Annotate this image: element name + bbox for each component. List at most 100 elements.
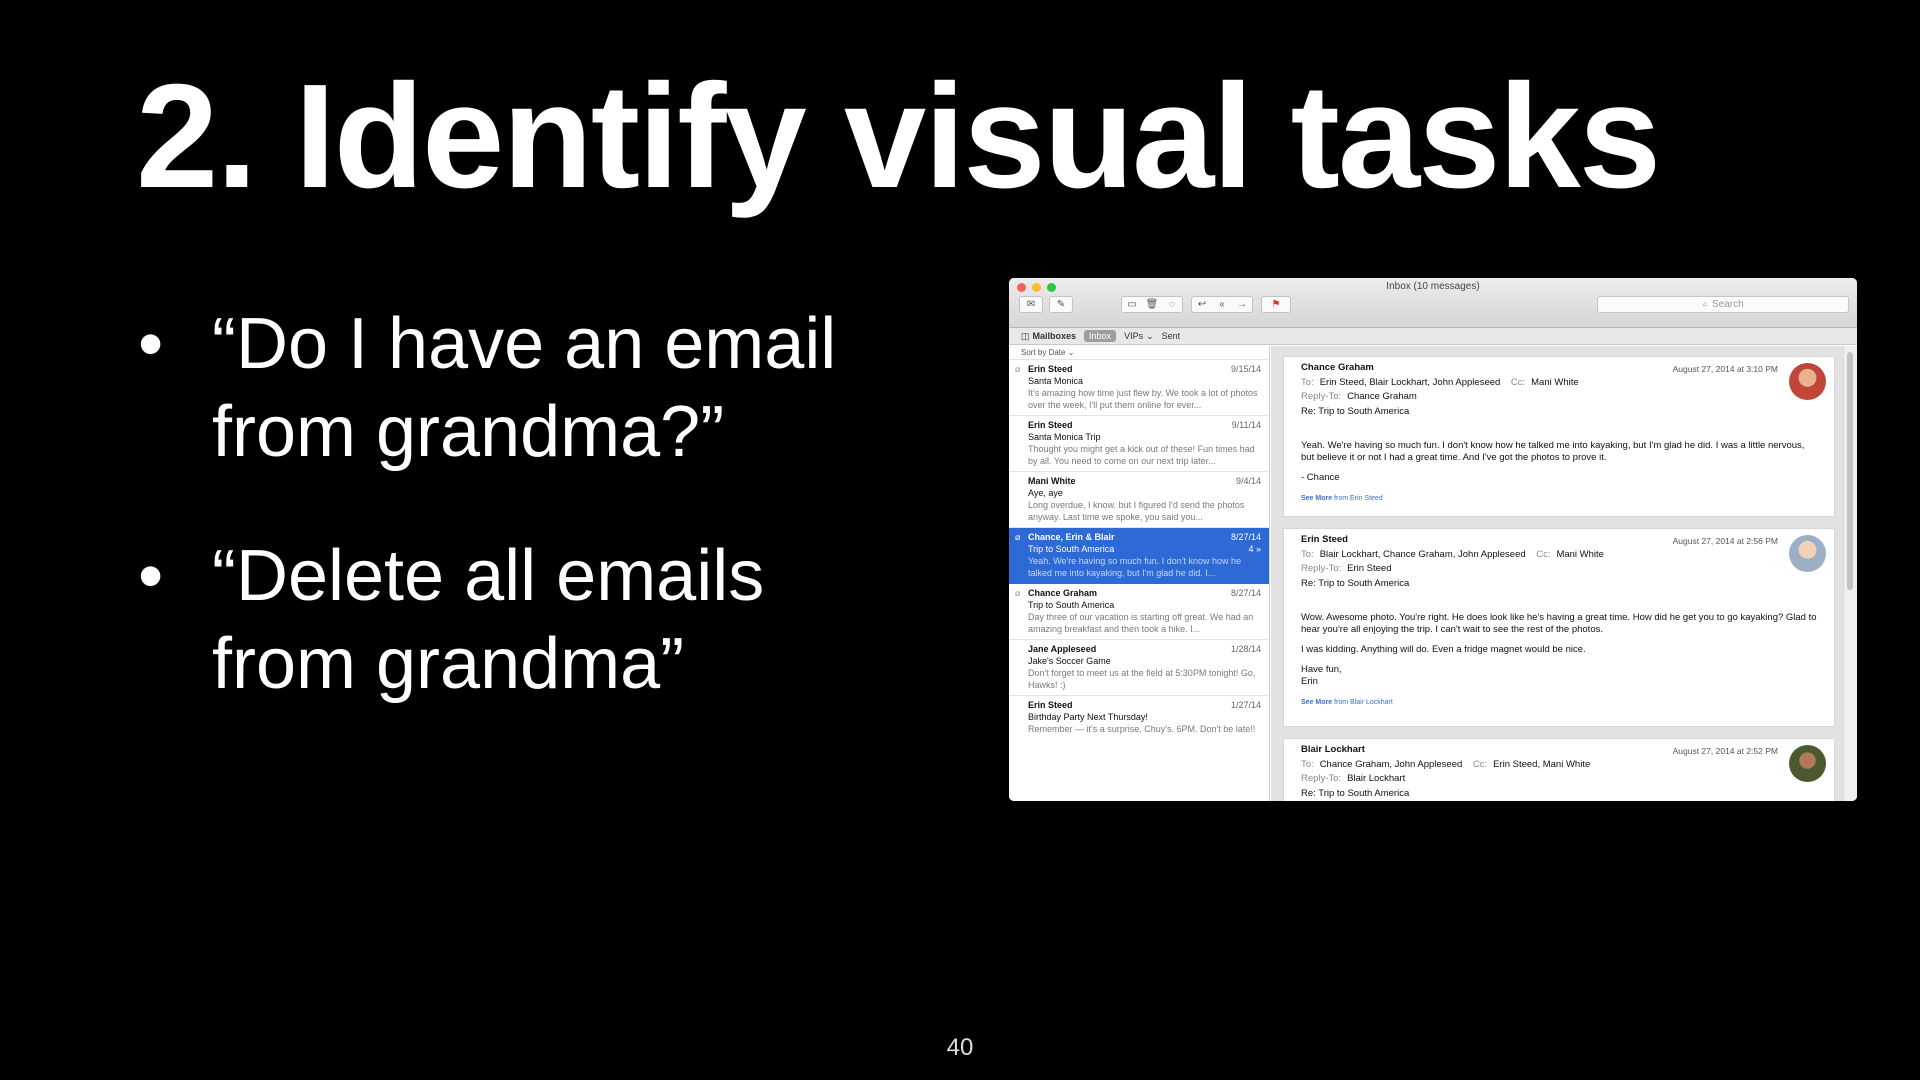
list-item[interactable]: Erin Steed 1/27/14 Birthday Party Next T… [1009,696,1269,752]
message-preview: Thought you might get a kick out of thes… [1028,444,1255,466]
cc-label: Cc: [1472,758,1488,770]
message-sender: Mani White [1028,476,1076,486]
to-recipients: Erin Steed, Blair Lockhart, John Applese… [1319,376,1501,388]
attachment-icon: ⌀ [1015,588,1021,598]
message-sender: Chance, Erin & Blair [1028,532,1115,542]
slide-title: 2. Identify visual tasks [136,54,1661,219]
window-titlebar: Inbox (10 messages) ✉ ✎ ▭ 🗑 ◌ ↩ «→ ⚑ ⌕ Sear… [1009,278,1857,328]
thread-message[interactable]: Erin Steed August 27, 2014 at 2:56 PM To… [1283,528,1835,727]
message-date: 1/28/14 [1230,644,1261,654]
to-label: To: [1301,376,1314,388]
message-sender: Chance Graham [1028,588,1098,598]
window-title: Inbox (10 messages) [1386,281,1480,292]
see-more-link[interactable]: See More from Blair Lockhart [1301,696,1818,711]
attachment-icon: ⌀ [1015,364,1021,374]
flag-icon: ⚑ [1271,299,1281,310]
sort-label: Sort by Date [1021,348,1066,357]
message-preview: Yeah. We're having so much fun. I don't … [1028,556,1242,578]
chevron-down-icon: ⌄ [1146,330,1154,341]
to-label: To: [1301,758,1314,770]
reply-to-label: Reply-To: [1301,391,1342,402]
inbox-label: Inbox [1089,331,1112,341]
bullet-text-line: from grandma” [212,624,685,704]
list-item[interactable]: Mani White 9/4/14 Aye, aye Long overdue,… [1009,472,1269,528]
reply-to-line: Reply-To: Blair Lockhart [1301,772,1818,787]
message-date: 8/27/14 [1230,588,1261,598]
archive-delete-junk-group: ▭ 🗑 ◌ [1121,296,1183,313]
message-preview: Don't forget to meet us at the field at … [1028,668,1256,690]
cc-recipients: Erin Steed, Mani White [1493,758,1591,770]
reply-group: ↩ «→ [1191,296,1253,313]
list-item[interactable]: Jane Appleseed 1/28/14 Jake's Soccer Gam… [1009,640,1269,696]
message-date: August 27, 2014 at 2:56 PM [1672,536,1778,546]
mailboxes-button[interactable]: ◫ Mailboxes [1021,331,1076,342]
message-preview: It's amazing how time just flew by. We t… [1028,388,1258,410]
message-date: 8/27/14 [1230,532,1261,542]
vips-button[interactable]: VIPs ⌄ [1124,331,1154,342]
cc-recipients: Mani White [1531,376,1579,388]
sent-label: Sent [1161,331,1181,341]
compose-button[interactable]: ✎ [1049,296,1073,313]
mail-window-screenshot: Inbox (10 messages) ✉ ✎ ▭ 🗑 ◌ ↩ «→ ⚑ ⌕ Sear… [1009,278,1857,801]
sent-button[interactable]: Sent [1162,331,1181,341]
message-subject: Santa Monica Trip [1028,432,1101,442]
message-date: 1/27/14 [1230,700,1261,710]
vips-label: VIPs [1124,331,1144,341]
see-more-from: from Blair Lockhart [1334,699,1393,706]
message-subject: Aye, aye [1028,488,1063,498]
see-more-label: See More [1301,699,1333,706]
get-mail-button[interactable]: ✉ [1019,296,1043,313]
envelope-icon: ✉ [1026,299,1036,310]
thread-count-badge: 4 » [1248,544,1261,554]
scrollbar[interactable] [1843,346,1857,801]
bullet-dot: • [138,304,164,384]
bullet-item: • “Delete all emails from grandma” [136,532,866,708]
cc-label: Cc: [1510,376,1526,388]
junk-icon[interactable]: ◌ [1162,299,1182,310]
trash-icon[interactable]: 🗑 [1142,299,1162,310]
message-sender: Jane Appleseed [1028,644,1097,654]
flag-button[interactable]: ⚑ [1261,296,1291,313]
see-more-label: See More [1301,495,1333,502]
message-date: 9/4/14 [1235,476,1261,486]
chevron-down-icon: ⌄ [1067,348,1075,357]
see-more-from: from Erin Steed [1334,495,1383,502]
list-item[interactable]: ⌀ Erin Steed 9/15/14 Santa Monica It's a… [1009,360,1269,416]
message-date: August 27, 2014 at 2:52 PM [1672,746,1778,756]
reply-to-label: Reply-To: [1301,773,1342,784]
thread-message[interactable]: Chance Graham August 27, 2014 at 3:10 PM… [1283,356,1835,517]
see-more-link[interactable]: See More from Erin Steed [1301,492,1818,507]
avatar [1789,535,1826,572]
reply-all-icon[interactable]: « [1212,299,1232,310]
reply-to-line: Reply-To: Chance Graham [1301,390,1818,405]
message-list: Sort by Date ⌄ ⌀ Erin Steed 9/15/14 Sant… [1009,346,1270,801]
message-sender: Erin Steed [1028,364,1073,374]
body-paragraph: Yeah. We're having so much fun. I don't … [1301,440,1805,463]
message-sender: Erin Steed [1028,420,1073,430]
list-item[interactable]: ⌀ Chance Graham 8/27/14 Trip to South Am… [1009,584,1269,640]
reply-to-value: Blair Lockhart [1347,773,1406,784]
message-subject: Jake's Soccer Game [1028,656,1111,666]
body-paragraph: Have fun, Erin [1301,664,1342,687]
message-preview: Day three of our vacation is starting of… [1028,612,1254,634]
search-icon: ⌕ [1702,299,1708,310]
reply-icon[interactable]: ↩ [1192,299,1212,310]
bullet-dot: • [138,536,164,616]
search-input[interactable]: ⌕ Search [1597,296,1849,313]
scrollbar-thumb[interactable] [1847,352,1853,590]
reply-to-line: Reply-To: Erin Steed [1301,562,1818,577]
to-recipients: Blair Lockhart, Chance Graham, John Appl… [1319,548,1526,560]
reply-to-label: Reply-To: [1301,563,1342,574]
message-date: August 27, 2014 at 3:10 PM [1672,364,1778,374]
message-body: Wow. Awesome photo. You're right. He doe… [1301,612,1818,688]
archive-icon[interactable]: ▭ [1122,299,1142,310]
thread-message[interactable]: Blair Lockhart August 27, 2014 at 2:52 P… [1283,738,1835,801]
message-subject: Trip to South America [1028,600,1115,610]
list-item[interactable]: Erin Steed 9/11/14 Santa Monica Trip Tho… [1009,416,1269,472]
list-item-selected[interactable]: ⌀ Chance, Erin & Blair 8/27/14 4 » Trip … [1009,528,1269,584]
inbox-button[interactable]: Inbox [1084,330,1117,342]
forward-icon[interactable]: → [1232,299,1252,310]
message-date: 9/15/14 [1230,364,1261,374]
sort-by-date-button[interactable]: Sort by Date ⌄ [1009,346,1269,360]
search-placeholder: Search [1711,299,1744,310]
